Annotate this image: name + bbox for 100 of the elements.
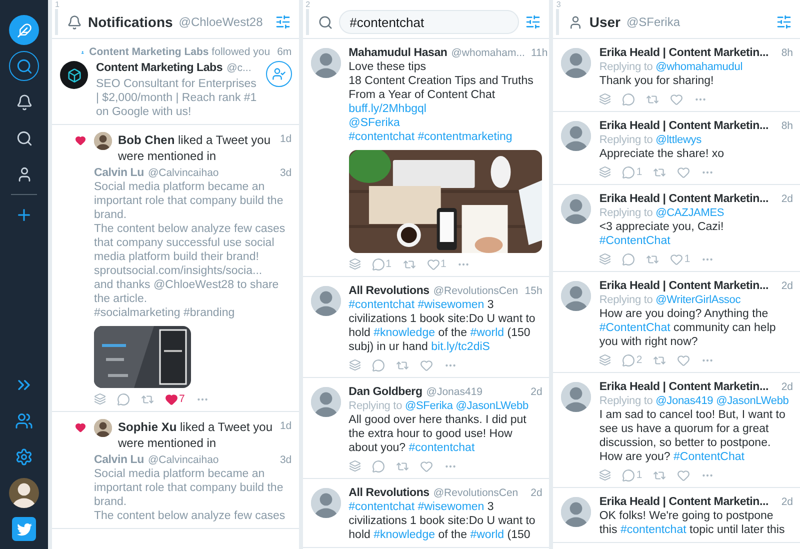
reply-button[interactable] [117, 392, 130, 406]
search-field[interactable]: #contentchat [338, 10, 520, 34]
account-handle[interactable]: @c... [226, 61, 252, 75]
link[interactable]: #ContentChat [599, 235, 670, 247]
like-button[interactable]: 1 [426, 258, 446, 270]
link[interactable]: bit.ly/tc2diS [431, 341, 490, 353]
avatar[interactable] [94, 419, 112, 437]
author-handle[interactable]: @whomaham... [451, 46, 525, 60]
follow-button[interactable] [266, 61, 292, 87]
layers-button[interactable] [599, 93, 612, 105]
avatar[interactable] [561, 281, 592, 311]
link[interactable]: #world [470, 327, 504, 339]
like-button[interactable] [677, 166, 690, 178]
layers-button[interactable] [348, 359, 361, 371]
author-handle[interactable]: @Calvincaihao [148, 453, 219, 467]
search-button[interactable] [9, 51, 39, 81]
avatar[interactable] [310, 286, 341, 316]
link[interactable]: #contentchat [348, 131, 415, 143]
handle-link[interactable]: @CAZJAMES [656, 207, 724, 219]
reply-button[interactable]: 2 [622, 354, 642, 366]
author-name[interactable]: All Revolutions [348, 486, 430, 500]
avatar[interactable] [561, 48, 592, 78]
link[interactable]: #ContentChat [674, 451, 744, 463]
author-name[interactable]: Mahamudul Hasan [348, 46, 448, 60]
like-button[interactable] [670, 92, 684, 106]
layers-button[interactable] [348, 258, 361, 270]
account-logo[interactable] [60, 61, 88, 89]
avatar[interactable] [94, 132, 112, 150]
author-name[interactable]: All Revolutions [348, 284, 430, 298]
link[interactable]: #contentchat [348, 501, 415, 513]
author-name[interactable]: Erika Heald | Content Marketin... [599, 46, 768, 60]
handle-link[interactable]: @WriterGirlAssoc [656, 294, 741, 306]
avatar[interactable] [310, 48, 341, 78]
reply-button[interactable] [622, 92, 636, 106]
like-button[interactable] [677, 468, 690, 482]
link[interactable]: #knowledge [374, 327, 435, 339]
retweet-button[interactable] [646, 92, 660, 106]
retweet-button[interactable] [396, 460, 409, 472]
link[interactable]: #knowledge [374, 529, 435, 541]
layers-button[interactable] [599, 166, 612, 178]
link[interactable]: #contentchat [348, 299, 415, 311]
layers-button[interactable] [599, 253, 612, 265]
retweet-button[interactable] [141, 392, 154, 406]
link[interactable]: #wisewomen [418, 299, 484, 311]
author-name[interactable]: Erika Heald | Content Marketin... [599, 279, 768, 293]
link[interactable]: #ContentChat [599, 322, 670, 334]
author-name[interactable]: Erika Heald | Content Marketin... [599, 192, 768, 206]
avatar[interactable] [310, 387, 341, 417]
layers-button[interactable] [94, 393, 106, 405]
author-name[interactable]: Erika Heald | Content Marketin... [599, 380, 768, 394]
author-handle[interactable]: @Calvincaihao [148, 166, 219, 180]
author-name[interactable]: Calvin Lu [94, 453, 144, 467]
avatar[interactable] [561, 121, 592, 151]
link[interactable]: #world [470, 529, 504, 541]
author-name[interactable]: Calvin Lu [94, 166, 144, 180]
retweet-button[interactable] [653, 354, 666, 366]
like-button[interactable]: 1 [670, 252, 690, 266]
like-button[interactable] [677, 354, 690, 366]
handle-link[interactable]: @JasonLWebb [716, 395, 789, 407]
link[interactable]: buff.ly/2Mhbgql [348, 103, 426, 115]
author-name[interactable]: Erika Heald | Content Marketin... [599, 119, 768, 133]
retweet-button[interactable] [402, 258, 416, 270]
reply-button[interactable]: 1 [622, 166, 642, 178]
reply-button[interactable] [372, 460, 385, 472]
handle-link[interactable]: @SFerika [404, 400, 453, 412]
column-settings-button[interactable] [776, 14, 792, 30]
column-settings-button[interactable] [274, 14, 291, 30]
reply-button[interactable]: 1 [372, 258, 392, 270]
account-name[interactable]: Content Marketing Labs [96, 61, 223, 75]
avatar[interactable] [561, 497, 592, 527]
handle-link[interactable]: @Jonas419 [656, 395, 714, 407]
author-handle[interactable]: @RevolutionsCen [433, 486, 518, 500]
retweet-button[interactable] [646, 252, 660, 266]
retweet-button[interactable] [653, 468, 666, 482]
handle-link[interactable]: @JasonLWebb [456, 400, 528, 412]
link[interactable]: #contentchat [408, 442, 475, 454]
link[interactable]: #contentchat [620, 524, 686, 536]
reply-button[interactable]: 1 [622, 468, 642, 482]
link[interactable]: #wisewomen [418, 501, 484, 513]
avatar[interactable] [561, 382, 592, 412]
author-name[interactable]: Dan Goldberg [348, 385, 422, 399]
link[interactable]: #contentmarketing [418, 131, 512, 143]
like-button[interactable] [420, 358, 433, 372]
link[interactable]: @SFerika [348, 117, 400, 129]
retweet-button[interactable] [396, 358, 409, 372]
column-settings-button[interactable] [525, 14, 542, 30]
like-button[interactable] [420, 460, 433, 472]
handle-link[interactable]: @whomahamudul [656, 61, 742, 73]
reply-button[interactable] [372, 358, 385, 372]
layers-button[interactable] [599, 469, 612, 481]
layers-button[interactable] [599, 354, 612, 366]
compose-button[interactable] [9, 15, 39, 45]
reply-button[interactable] [622, 252, 636, 266]
author-handle[interactable]: @Jonas419 [426, 385, 482, 399]
bird-logo[interactable] [12, 517, 36, 541]
avatar[interactable] [310, 488, 341, 518]
layers-button[interactable] [348, 460, 361, 472]
account-avatar[interactable] [9, 478, 39, 508]
author-name[interactable]: Erika Heald | Content Marketin... [599, 495, 768, 509]
handle-link[interactable]: @lttlewys [656, 134, 702, 146]
